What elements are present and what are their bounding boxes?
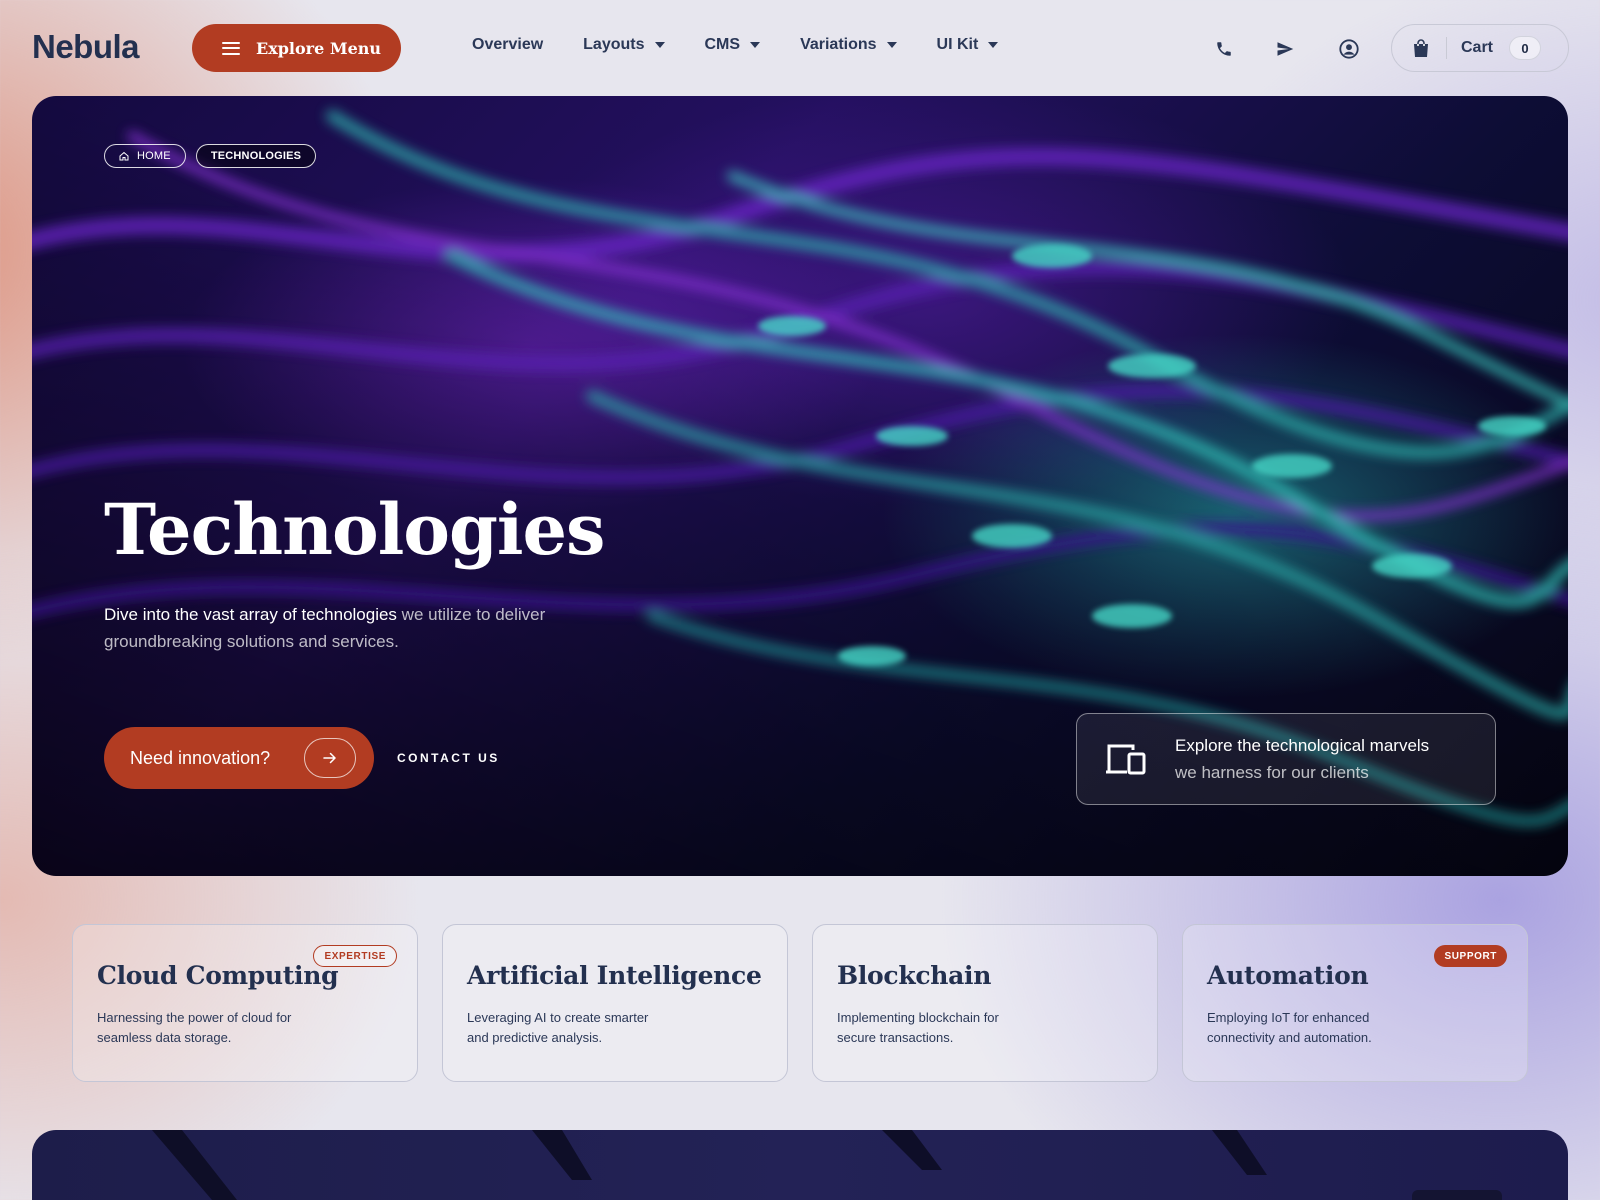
home-icon xyxy=(119,151,129,161)
devices-icon xyxy=(1105,742,1147,776)
card-title: Blockchain xyxy=(837,961,992,990)
page-title: Technologies xyxy=(104,488,605,571)
hero-description-lead: Dive into the vast array of technologies xyxy=(104,605,397,624)
card-automation[interactable]: SUPPORT Automation Employing IoT for enh… xyxy=(1182,924,1528,1082)
site-header: Nebula Explore Menu Overview Layouts CMS… xyxy=(0,0,1600,96)
nav-label: Overview xyxy=(472,36,544,53)
explore-menu-button[interactable]: Explore Menu xyxy=(192,24,401,72)
cta-label: Need innovation? xyxy=(130,747,271,768)
card-description: Leveraging AI to create smarter and pred… xyxy=(467,1010,649,1045)
hero-description: Dive into the vast array of technologies… xyxy=(104,601,604,655)
hamburger-icon xyxy=(222,41,240,55)
card-blockchain[interactable]: Blockchain Implementing blockchain for s… xyxy=(812,924,1158,1082)
nav-label: UI Kit xyxy=(936,36,979,53)
cart-count-badge: 0 xyxy=(1509,36,1542,60)
technology-cards: EXPERTISE Cloud Computing Harnessing the… xyxy=(72,924,1528,1082)
card-description: Employing IoT for enhanced connectivity … xyxy=(1207,1010,1372,1045)
chevron-down-icon xyxy=(654,42,665,48)
nav-item-layouts[interactable]: Layouts xyxy=(583,36,665,54)
card-artificial-intelligence[interactable]: Artificial Intelligence Leveraging AI to… xyxy=(442,924,788,1082)
card-description: Harnessing the power of cloud for seamle… xyxy=(97,1010,292,1045)
shopping-bag-icon xyxy=(1412,38,1430,58)
phone-icon[interactable] xyxy=(1213,38,1235,60)
contact-us-link[interactable]: CONTACT US xyxy=(397,751,500,765)
logo[interactable]: Nebula xyxy=(32,28,140,66)
breadcrumb-label: TECHNOLOGIES xyxy=(210,150,302,162)
card-description: Implementing blockchain for secure trans… xyxy=(837,1010,999,1045)
marvel-text: Explore the technological marvels we har… xyxy=(1175,732,1429,786)
card-cloud-computing[interactable]: EXPERTISE Cloud Computing Harnessing the… xyxy=(72,924,418,1082)
technology-marvels-card[interactable]: Explore the technological marvels we har… xyxy=(1076,713,1496,805)
arrow-right-icon xyxy=(304,738,356,778)
breadcrumb-current: TECHNOLOGIES xyxy=(195,144,317,168)
card-title: Artificial Intelligence xyxy=(467,961,762,990)
next-section-banner xyxy=(32,1130,1568,1200)
chevron-down-icon xyxy=(886,42,897,48)
chevron-down-icon xyxy=(750,42,761,48)
nav-label: Variations xyxy=(800,36,877,53)
divider xyxy=(1446,37,1447,59)
need-innovation-button[interactable]: Need innovation? xyxy=(104,727,374,789)
marvel-line-2: we harness for our clients xyxy=(1175,763,1369,782)
nav-label: Layouts xyxy=(583,36,645,53)
banner-background-image xyxy=(152,1130,1502,1200)
expertise-badge: EXPERTISE xyxy=(313,945,397,967)
hero-banner: HOME TECHNOLOGIES Technologies Dive into… xyxy=(32,96,1568,876)
breadcrumb-home[interactable]: HOME xyxy=(104,144,186,168)
chevron-down-icon xyxy=(988,42,999,48)
support-badge: SUPPORT xyxy=(1434,945,1507,967)
send-icon[interactable] xyxy=(1274,38,1296,60)
nav-item-variations[interactable]: Variations xyxy=(800,36,897,54)
nav-label: CMS xyxy=(704,36,741,53)
cart-label: Cart xyxy=(1461,39,1494,56)
breadcrumb: HOME TECHNOLOGIES xyxy=(104,144,317,168)
nav-item-cms[interactable]: CMS xyxy=(705,36,761,54)
main-nav: Overview Layouts CMS Variations UI Kit xyxy=(472,36,1038,54)
breadcrumb-label: HOME xyxy=(137,150,171,162)
user-icon[interactable] xyxy=(1338,38,1360,60)
marvel-line-1: Explore the technological marvels xyxy=(1175,736,1430,755)
nav-item-ui-kit[interactable]: UI Kit xyxy=(937,36,999,54)
cart-button[interactable]: Cart 0 xyxy=(1391,24,1569,72)
nav-item-overview[interactable]: Overview xyxy=(472,36,543,54)
explore-menu-label: Explore Menu xyxy=(256,38,382,58)
